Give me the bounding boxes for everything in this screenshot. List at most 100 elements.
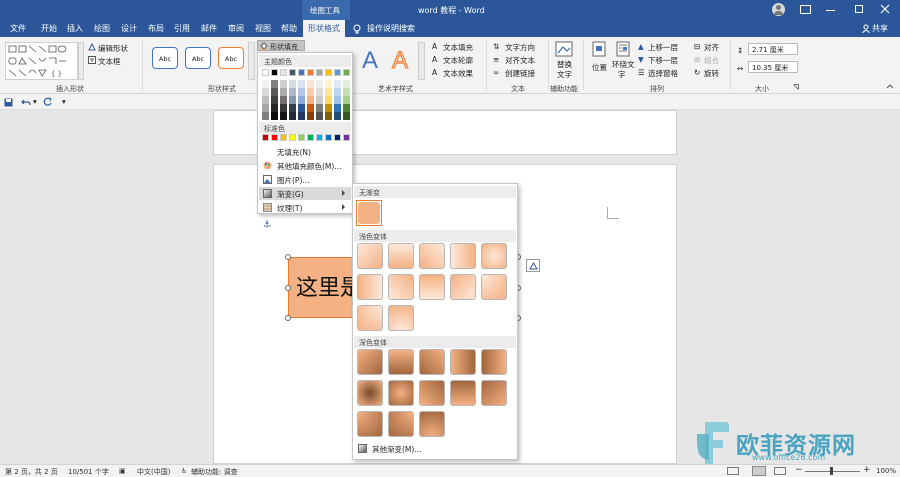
theme-shade-swatch[interactable] xyxy=(271,96,278,104)
standard-color-swatch[interactable] xyxy=(289,134,296,141)
theme-shade-swatch[interactable] xyxy=(307,88,314,96)
standard-color-swatch[interactable] xyxy=(343,134,350,141)
theme-color-swatch[interactable] xyxy=(289,69,296,76)
tab-mailings[interactable]: 邮件 xyxy=(201,23,217,34)
tab-design[interactable]: 设计 xyxy=(121,23,137,34)
theme-shade-swatch[interactable] xyxy=(271,104,278,112)
tab-insert[interactable]: 插入 xyxy=(67,23,83,34)
theme-shade-swatch[interactable] xyxy=(298,104,305,112)
theme-shade-swatch[interactable] xyxy=(334,112,341,120)
light-gradient-swatch[interactable] xyxy=(450,243,476,269)
tab-file[interactable]: 文件 xyxy=(10,23,26,34)
theme-shade-swatch[interactable] xyxy=(325,96,332,104)
user-avatar[interactable] xyxy=(772,3,785,16)
theme-shade-swatch[interactable] xyxy=(325,104,332,112)
shape-width-input[interactable]: 10.35 厘米 xyxy=(748,61,798,73)
theme-shade-swatch[interactable] xyxy=(343,88,350,96)
theme-shade-swatch[interactable] xyxy=(280,80,287,88)
shape-style-2[interactable]: Abc xyxy=(185,47,211,69)
theme-shade-swatch[interactable] xyxy=(280,96,287,104)
alt-text-icon[interactable] xyxy=(555,41,573,57)
text-box-button[interactable]: 文本框 xyxy=(98,56,121,67)
theme-shade-swatch[interactable] xyxy=(280,104,287,112)
layout-options-button[interactable] xyxy=(526,259,540,272)
restore-button[interactable] xyxy=(855,5,863,13)
alt-text-label-2[interactable]: 文字 xyxy=(557,69,572,80)
theme-shade-swatch[interactable] xyxy=(262,104,269,112)
standard-color-swatch[interactable] xyxy=(334,134,341,141)
theme-shade-swatch[interactable] xyxy=(298,96,305,104)
theme-shade-swatch[interactable] xyxy=(289,80,296,88)
standard-color-swatch[interactable] xyxy=(316,134,323,141)
dark-gradient-swatch[interactable] xyxy=(388,411,414,437)
theme-shade-swatch[interactable] xyxy=(343,96,350,104)
undo-icon[interactable] xyxy=(21,97,31,107)
light-gradient-swatch[interactable] xyxy=(388,243,414,269)
size-dialog-launcher-icon[interactable] xyxy=(793,84,799,90)
dark-gradient-swatch[interactable] xyxy=(481,380,507,406)
save-icon[interactable] xyxy=(4,98,13,107)
edit-shape-button[interactable]: 编辑形状 xyxy=(98,43,128,54)
theme-shade-swatch[interactable] xyxy=(307,96,314,104)
shapes-gallery[interactable]: { } xyxy=(5,42,78,80)
theme-shade-swatch[interactable] xyxy=(334,104,341,112)
theme-color-swatch[interactable] xyxy=(307,69,314,76)
theme-shade-swatch[interactable] xyxy=(262,96,269,104)
theme-shade-swatch[interactable] xyxy=(334,80,341,88)
dark-gradient-swatch[interactable] xyxy=(419,380,445,406)
theme-shade-swatch[interactable] xyxy=(271,80,278,88)
theme-shade-swatch[interactable] xyxy=(262,80,269,88)
theme-shade-swatch[interactable] xyxy=(289,112,296,120)
theme-shade-swatch[interactable] xyxy=(307,104,314,112)
theme-shade-swatch[interactable] xyxy=(289,96,296,104)
shape-style-3[interactable]: Abc xyxy=(218,47,244,69)
text-direction-button[interactable]: 文字方向 xyxy=(505,42,535,53)
text-outline-button[interactable]: 文本轮廓 xyxy=(443,55,473,66)
customize-qat-icon[interactable]: ▾ xyxy=(62,97,66,106)
standard-color-swatch[interactable] xyxy=(298,134,305,141)
theme-shade-swatch[interactable] xyxy=(316,80,323,88)
texture-fill-item[interactable]: 纹理(T) xyxy=(259,201,351,214)
wrap-text-label-2[interactable]: 字 xyxy=(618,69,626,80)
light-gradient-swatch[interactable] xyxy=(481,243,507,269)
theme-shade-swatch[interactable] xyxy=(316,88,323,96)
zoom-slider-thumb[interactable] xyxy=(830,467,833,475)
resize-handle[interactable] xyxy=(285,254,291,260)
theme-shade-swatch[interactable] xyxy=(325,88,332,96)
close-button[interactable] xyxy=(880,4,890,14)
theme-shade-swatch[interactable] xyxy=(316,112,323,120)
web-layout-icon[interactable] xyxy=(774,467,786,475)
accessibility-status[interactable]: 辅助功能: 调查 xyxy=(191,467,238,477)
shapes-gallery-scroll[interactable] xyxy=(78,42,84,80)
light-gradient-swatch[interactable] xyxy=(419,243,445,269)
bring-forward-button[interactable]: 上移一层 xyxy=(648,42,678,53)
theme-shade-swatch[interactable] xyxy=(343,112,350,120)
no-gradient-swatch[interactable] xyxy=(356,200,382,226)
read-mode-icon[interactable] xyxy=(727,467,739,475)
dark-gradient-swatch[interactable] xyxy=(450,349,476,375)
theme-color-swatch[interactable] xyxy=(280,69,287,76)
share-button[interactable]: 共享 xyxy=(872,23,888,34)
position-icon[interactable] xyxy=(592,41,606,57)
theme-shade-swatch[interactable] xyxy=(298,112,305,120)
theme-shade-swatch[interactable] xyxy=(307,112,314,120)
send-backward-button[interactable]: 下移一层 xyxy=(648,55,678,66)
theme-shade-swatch[interactable] xyxy=(298,80,305,88)
wordart-styles-scroll[interactable] xyxy=(418,42,425,80)
theme-shade-swatch[interactable] xyxy=(298,88,305,96)
theme-color-swatch[interactable] xyxy=(271,69,278,76)
zoom-out-button[interactable]: − xyxy=(795,465,803,475)
picture-fill-item[interactable]: 图片(P)... xyxy=(259,173,351,186)
theme-shade-swatch[interactable] xyxy=(343,104,350,112)
shape-fill-button[interactable]: 形状填充 xyxy=(257,40,305,51)
tab-review[interactable]: 审阅 xyxy=(228,23,244,34)
gradient-fill-item[interactable]: 渐变(G) xyxy=(259,187,351,200)
theme-shade-swatch[interactable] xyxy=(325,80,332,88)
theme-shade-swatch[interactable] xyxy=(289,104,296,112)
tab-shape-format[interactable]: 形状格式 xyxy=(303,20,345,37)
theme-color-swatch[interactable] xyxy=(298,69,305,76)
standard-color-swatch[interactable] xyxy=(280,134,287,141)
group-button[interactable]: 组合 xyxy=(704,55,719,66)
selection-pane-button[interactable]: 选择窗格 xyxy=(648,68,678,79)
theme-shade-swatch[interactable] xyxy=(262,112,269,120)
